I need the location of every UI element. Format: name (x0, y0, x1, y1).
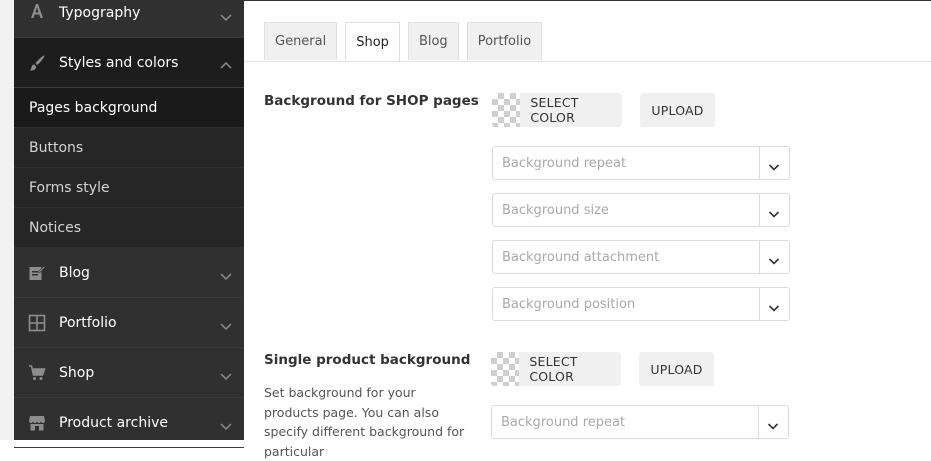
sidebar-subitem-buttons[interactable]: Buttons (14, 128, 244, 168)
sidebar-section-label: Shop (59, 364, 95, 381)
sidebar-section-typography[interactable]: Typography (14, 0, 244, 38)
option-title-shop-background: Background for SHOP pages (264, 93, 479, 109)
select-placeholder: Background repeat (502, 156, 627, 171)
background-position-select[interactable]: Background position (492, 287, 790, 321)
left-gutter (0, 0, 14, 440)
chevron-down-icon (220, 267, 232, 280)
background-attachment-select[interactable]: Background attachment (492, 240, 790, 274)
blog-edit-icon (28, 264, 46, 282)
tab-bar: General Shop Blog Portfolio (264, 22, 550, 62)
option-description: Set background for your products page. Y… (264, 385, 465, 459)
select-color-label: SELECT COLOR (529, 354, 578, 384)
tab-general[interactable]: General (264, 22, 338, 60)
sidebar-section-label: Styles and colors (59, 54, 179, 71)
sidebar-section-styles-and-colors[interactable]: Styles and colors (14, 38, 244, 88)
select-color-button[interactable]: SELECT COLOR (492, 93, 622, 127)
sidebar-section-portfolio[interactable]: Portfolio (14, 298, 244, 348)
select-separator (759, 241, 760, 273)
chevron-down-icon (767, 417, 779, 430)
tab-blog[interactable]: Blog (407, 22, 459, 60)
sidebar: Typography Styles and colors Pages backg… (14, 0, 244, 448)
sidebar-section-label: Typography (59, 5, 141, 21)
select-separator (759, 288, 760, 320)
tab-portfolio[interactable]: Portfolio (466, 22, 543, 60)
select-separator (759, 194, 760, 226)
sidebar-subitem-pages-background[interactable]: Pages background (14, 88, 244, 128)
sidebar-section-product-archive[interactable]: Product archive (14, 398, 244, 448)
chevron-down-icon (768, 252, 780, 265)
background-repeat-select[interactable]: Background repeat (492, 146, 790, 180)
tab-divider (244, 61, 931, 62)
grid-icon (28, 314, 46, 332)
chevron-up-icon (220, 57, 232, 69)
select-placeholder: Background position (502, 297, 636, 312)
background-size-select[interactable]: Background size (492, 193, 790, 227)
options-panel: General Shop Blog Portfolio Background f… (244, 0, 931, 459)
brush-icon (28, 54, 46, 72)
chevron-down-icon (220, 317, 232, 330)
sidebar-section-shop[interactable]: Shop (14, 348, 244, 398)
select-placeholder: Background size (502, 203, 609, 218)
upload-button[interactable]: UPLOAD (639, 352, 714, 386)
select-color-button[interactable]: SELECT COLOR (491, 352, 621, 386)
chevron-down-icon (220, 8, 232, 22)
sidebar-section-label: Blog (59, 264, 90, 281)
sidebar-section-label: Product archive (59, 414, 168, 431)
typography-icon (28, 2, 46, 20)
chevron-down-icon (768, 158, 780, 171)
sidebar-subitem-notices[interactable]: Notices (14, 208, 244, 248)
transparent-swatch (492, 93, 521, 127)
select-color-label: SELECT COLOR (530, 95, 579, 125)
chevron-down-icon (220, 417, 232, 430)
select-placeholder: Background attachment (502, 250, 660, 265)
cart-icon (28, 364, 46, 382)
store-icon (28, 414, 46, 432)
chevron-down-icon (220, 367, 232, 380)
sidebar-subitem-forms-style[interactable]: Forms style (14, 168, 244, 208)
tab-shop[interactable]: Shop (345, 22, 400, 62)
select-separator (759, 147, 760, 179)
sidebar-submenu: Pages background Buttons Forms style Not… (14, 88, 244, 248)
sidebar-section-blog[interactable]: Blog (14, 248, 244, 298)
chevron-down-icon (768, 205, 780, 218)
sidebar-section-label: Portfolio (59, 314, 117, 331)
background-repeat-select[interactable]: Background repeat (491, 405, 789, 439)
select-separator (758, 406, 759, 438)
chevron-down-icon (768, 299, 780, 312)
upload-button[interactable]: UPLOAD (640, 93, 715, 127)
option-title-product-background: Single product background (264, 352, 471, 368)
transparent-swatch (491, 352, 520, 386)
select-placeholder: Background repeat (501, 415, 626, 430)
